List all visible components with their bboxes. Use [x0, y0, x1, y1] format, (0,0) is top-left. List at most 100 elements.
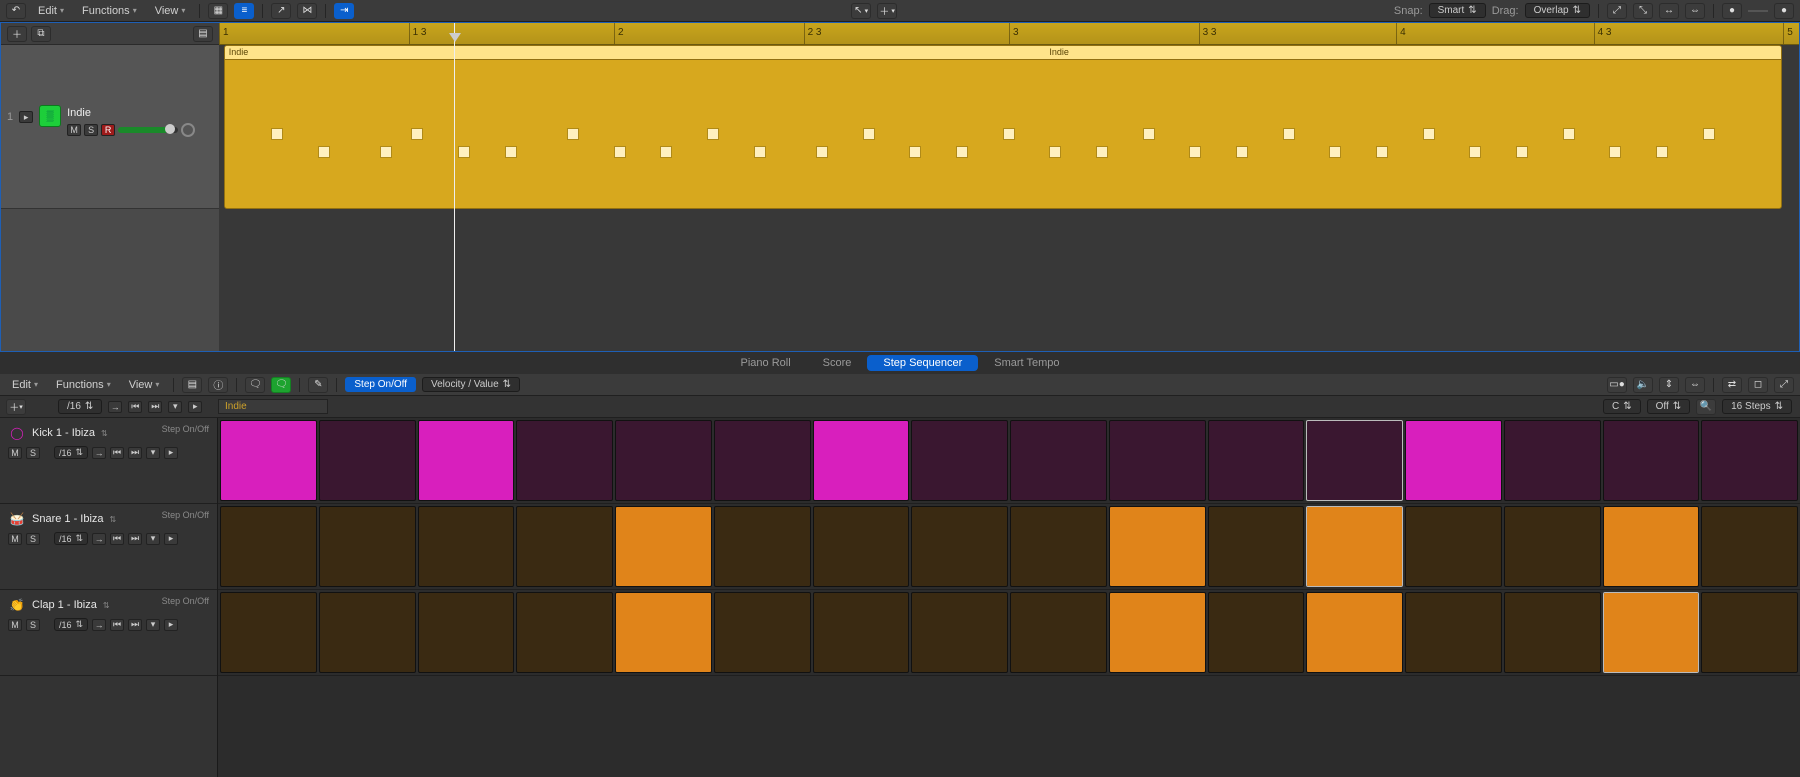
seq-midi-in-icon[interactable]: 🗨 — [271, 377, 291, 393]
step-cell[interactable] — [1504, 592, 1601, 673]
step-cell[interactable] — [1603, 592, 1700, 673]
step-cell[interactable] — [220, 506, 317, 587]
step-cell[interactable] — [1504, 506, 1601, 587]
step-cell[interactable] — [1405, 506, 1502, 587]
step-cell[interactable] — [319, 506, 416, 587]
mute-button[interactable]: M — [67, 124, 81, 136]
row-c-icon[interactable]: ▾ — [146, 619, 160, 631]
row-dir-icon[interactable]: → — [92, 533, 106, 545]
step-cell[interactable] — [516, 506, 613, 587]
midi-note[interactable] — [380, 146, 392, 158]
row-name[interactable]: Clap 1 - Ibiza — [32, 599, 97, 611]
edit-menu[interactable]: Edit▾ — [32, 5, 70, 17]
step-cell[interactable] — [1504, 420, 1601, 501]
ruler-tick[interactable]: 4 3 — [1594, 23, 1612, 44]
arrange-workspace[interactable]: 11 322 333 344 35 Indie Indie — [219, 23, 1799, 351]
record-enable-button[interactable]: R — [101, 124, 115, 136]
seq-row-header[interactable]: 🥁Snare 1 - Ibiza⇅Step On/OffMS/16 ⇅→⏮⏭▾▸ — [0, 504, 217, 590]
row-mute-button[interactable]: M — [8, 619, 22, 631]
step-cell[interactable] — [714, 506, 811, 587]
playhead[interactable] — [454, 23, 455, 351]
ruler-tick[interactable]: 2 — [614, 23, 624, 44]
seq-edit-menu[interactable]: Edit▾ — [6, 379, 44, 391]
automation-icon[interactable]: ↗ — [271, 3, 291, 19]
back-icon[interactable]: ↶ — [6, 3, 26, 19]
ruler-tick[interactable]: 3 — [1009, 23, 1019, 44]
step-cell[interactable] — [418, 592, 515, 673]
tab-smart-tempo[interactable]: Smart Tempo — [978, 355, 1075, 371]
step-cell[interactable] — [1109, 420, 1206, 501]
zoom-slider-a[interactable]: ● — [1722, 3, 1742, 19]
step-cell[interactable] — [1306, 592, 1403, 673]
midi-note[interactable] — [567, 128, 579, 140]
step-cell[interactable] — [1405, 592, 1502, 673]
row-c-icon[interactable]: ▾ — [146, 533, 160, 545]
step-cell[interactable] — [813, 506, 910, 587]
seq-search-icon[interactable]: 🔍 — [1696, 399, 1716, 415]
step-cell[interactable] — [1109, 506, 1206, 587]
seq-region-name[interactable]: Indie — [218, 399, 328, 414]
pan-knob[interactable] — [181, 123, 195, 137]
track-header-config-icon[interactable]: ▤ — [193, 26, 213, 42]
seq-sub-a-icon[interactable]: ⏮ — [128, 401, 142, 413]
vzoom-out-icon[interactable]: ⤢ — [1607, 3, 1627, 19]
midi-note[interactable] — [458, 146, 470, 158]
step-cell[interactable] — [911, 506, 1008, 587]
midi-note[interactable] — [1096, 146, 1108, 158]
step-cell[interactable] — [418, 506, 515, 587]
midi-note[interactable] — [1703, 128, 1715, 140]
ruler-tick[interactable]: 1 3 — [409, 23, 427, 44]
midi-note[interactable] — [1609, 146, 1621, 158]
mode-step-onoff[interactable]: Step On/Off — [345, 377, 416, 392]
row-b-icon[interactable]: ⏭ — [128, 533, 142, 545]
row-rate-select[interactable]: /16 ⇅ — [54, 618, 88, 631]
disclosure-icon[interactable]: ▸ — [19, 111, 33, 123]
row-mute-button[interactable]: M — [8, 533, 22, 545]
flex-icon[interactable]: ⋈ — [297, 3, 317, 19]
step-cell[interactable] — [516, 420, 613, 501]
tab-piano-roll[interactable]: Piano Roll — [725, 355, 807, 371]
midi-note[interactable] — [411, 128, 423, 140]
row-b-icon[interactable]: ⏭ — [128, 619, 142, 631]
ruler-tick[interactable]: 5 — [1783, 23, 1793, 44]
row-name[interactable]: Snare 1 - Ibiza — [32, 513, 104, 525]
row-solo-button[interactable]: S — [26, 619, 40, 631]
mode-velocity[interactable]: Velocity / Value⇅ — [422, 377, 520, 392]
region-lane[interactable]: Indie Indie — [219, 45, 1799, 209]
hzoom-out-icon[interactable]: ↔ — [1659, 3, 1679, 19]
midi-note[interactable] — [1003, 128, 1015, 140]
midi-note[interactable] — [1563, 128, 1575, 140]
step-cell[interactable] — [1306, 420, 1403, 501]
step-cell[interactable] — [1603, 420, 1700, 501]
seq-hzoom-icon[interactable]: ⇔ — [1685, 377, 1705, 393]
step-cell[interactable] — [1208, 592, 1305, 673]
step-cell[interactable] — [1701, 420, 1798, 501]
row-a-icon[interactable]: ⏮ — [110, 533, 124, 545]
midi-note[interactable] — [1283, 128, 1295, 140]
midi-note[interactable] — [318, 146, 330, 158]
row-a-icon[interactable]: ⏮ — [110, 447, 124, 459]
midi-note[interactable] — [660, 146, 672, 158]
step-cell[interactable] — [714, 592, 811, 673]
midi-note[interactable] — [1143, 128, 1155, 140]
seq-speaker-icon[interactable]: 🔈 — [1633, 377, 1653, 393]
grid-icon[interactable]: ▦ — [208, 3, 228, 19]
duplicate-track-button[interactable]: ⧉ — [31, 26, 51, 42]
row-c-icon[interactable]: ▾ — [146, 447, 160, 459]
midi-note[interactable] — [1656, 146, 1668, 158]
seq-inspector-icon[interactable]: ▤ — [182, 377, 202, 393]
row-name[interactable]: Kick 1 - Ibiza — [32, 427, 95, 439]
catch-playhead-icon[interactable]: ⇥ — [334, 3, 354, 19]
step-cell[interactable] — [1306, 506, 1403, 587]
tab-step-sequencer[interactable]: Step Sequencer — [867, 355, 978, 371]
pointer-tool-icon[interactable]: ↖▾ — [851, 3, 871, 19]
midi-note[interactable] — [1423, 128, 1435, 140]
row-rate-select[interactable]: /16 ⇅ — [54, 532, 88, 545]
seq-sub-d-icon[interactable]: ▸ — [188, 401, 202, 413]
seq-key-select[interactable]: C⇅ — [1603, 399, 1641, 414]
step-cell[interactable] — [1010, 592, 1107, 673]
step-cell[interactable] — [319, 420, 416, 501]
seq-info-icon[interactable]: ⓘ — [208, 377, 228, 393]
add-track-button[interactable]: ＋ — [7, 26, 27, 42]
row-dir-icon[interactable]: → — [92, 619, 106, 631]
